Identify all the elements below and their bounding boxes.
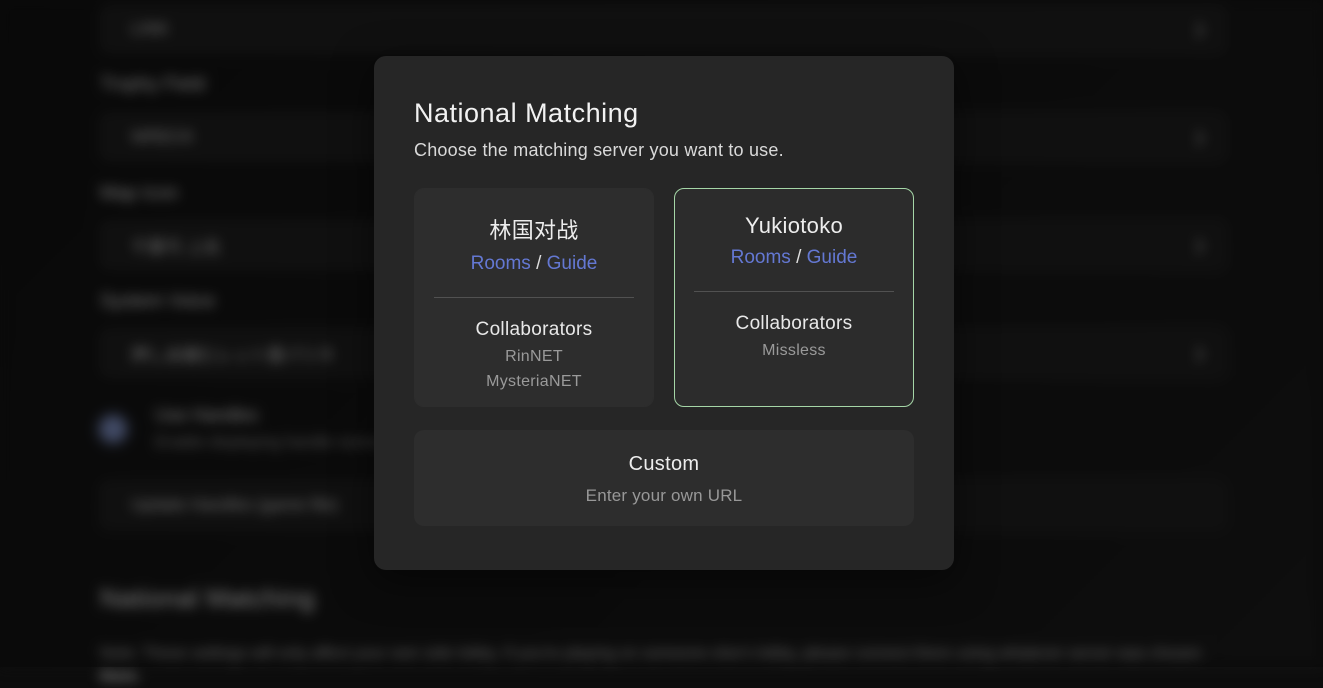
divider: [434, 297, 634, 298]
server-card-yukiotoko[interactable]: Yukiotoko Rooms / Guide Collaborators Mi…: [674, 188, 914, 407]
server-card-linguo[interactable]: 林国对战 Rooms / Guide Collaborators RinNET …: [414, 188, 654, 407]
server-options: 林国对战 Rooms / Guide Collaborators RinNET …: [414, 188, 914, 407]
collaborator: MysteriaNET: [415, 373, 653, 391]
links-separator: /: [796, 247, 801, 268]
collaborator: Missless: [675, 342, 913, 360]
custom-server-card[interactable]: Custom Enter your own URL: [414, 430, 914, 526]
rooms-link[interactable]: Rooms: [471, 253, 531, 274]
dialog-title: National Matching: [414, 98, 914, 129]
server-links: Rooms / Guide: [675, 247, 913, 269]
collaborators-heading: Collaborators: [415, 319, 653, 341]
server-links: Rooms / Guide: [415, 253, 653, 275]
collaborators-heading: Collaborators: [675, 313, 913, 335]
custom-subtitle: Enter your own URL: [414, 486, 914, 506]
guide-link[interactable]: Guide: [547, 253, 598, 274]
server-name: 林国对战: [415, 213, 653, 245]
guide-link[interactable]: Guide: [807, 247, 858, 268]
divider: [694, 291, 894, 292]
dialog-subtitle: Choose the matching server you want to u…: [414, 140, 914, 161]
custom-title: Custom: [414, 453, 914, 476]
rooms-link[interactable]: Rooms: [731, 247, 791, 268]
server-name: Yukiotoko: [675, 213, 913, 239]
collaborator: RinNET: [415, 348, 653, 366]
links-separator: /: [536, 253, 541, 274]
national-matching-dialog: National Matching Choose the matching se…: [374, 56, 954, 570]
